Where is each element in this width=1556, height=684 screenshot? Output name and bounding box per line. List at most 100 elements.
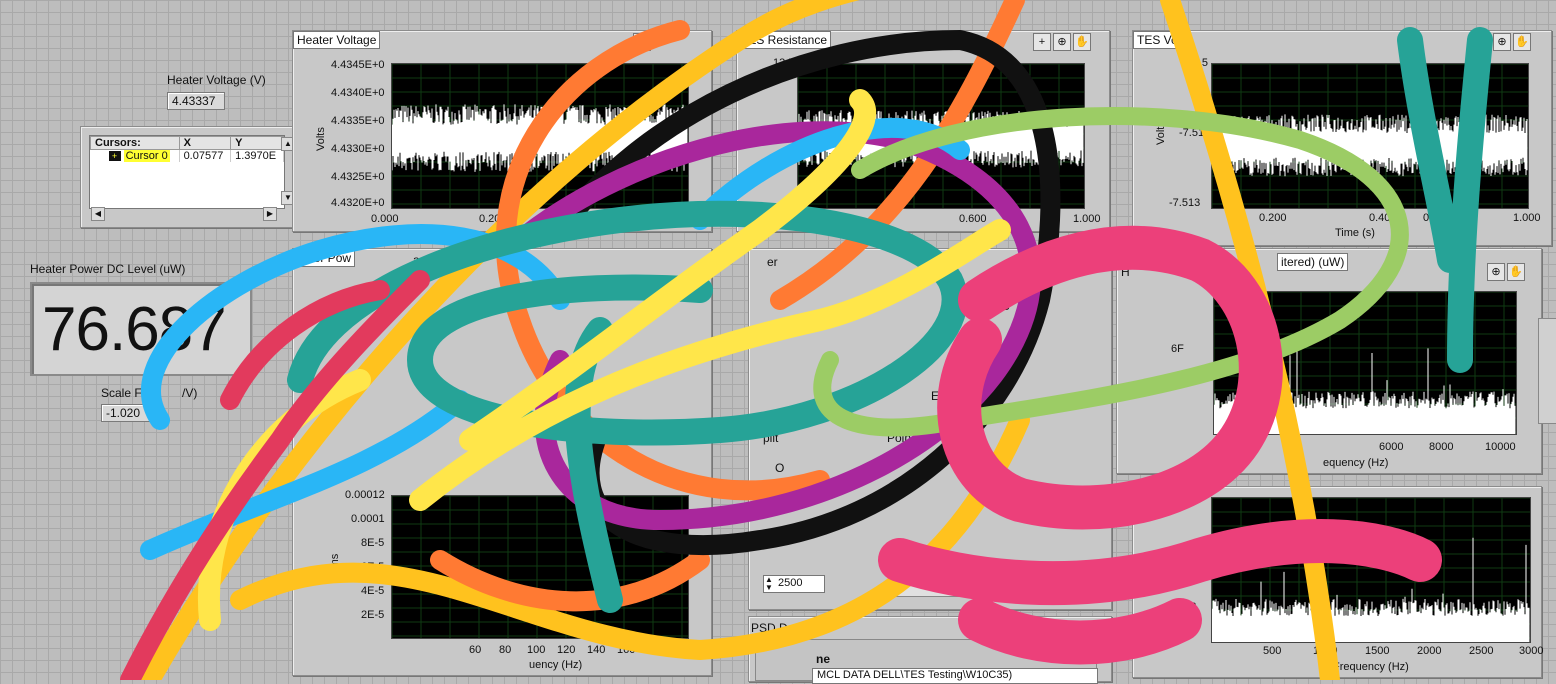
scroll-left-icon[interactable]: ◀ — [91, 207, 105, 221]
zoom-icon[interactable]: ⊕ — [1493, 33, 1511, 51]
x-tick: 180 — [647, 644, 666, 656]
x-axis-label: uency (Hz) — [529, 659, 583, 671]
cursor-row[interactable]: + Cursor 0 0.07577 1.3970E — [90, 149, 284, 162]
heater-power-value: 76.687 — [42, 295, 227, 364]
y-tick: 4.4335E+0 — [331, 115, 385, 127]
x-tick: 1.000 — [1073, 213, 1101, 225]
heater-power-label: Heater Power DC Level (uW) — [30, 262, 186, 276]
graph-title-tail: itered) (uW) — [1277, 253, 1349, 271]
y-tick: 6F — [1171, 343, 1184, 355]
x-tick: 0.200 — [479, 213, 507, 225]
scroll-right-icon[interactable]: ▶ — [263, 207, 277, 221]
path-label: ne — [816, 652, 831, 666]
x-axis-label: equency (Hz) — [1323, 457, 1389, 469]
cursor-y-value: 1.3970E — [230, 149, 284, 162]
x-tick: 8000 — [1429, 441, 1454, 453]
x-tick: 200 — [677, 644, 696, 656]
graph-title: Heater Voltage — [293, 31, 381, 49]
scale-factor-input[interactable]: -1.020 — [101, 404, 151, 422]
psd-graph: 2E-13 500 1000 1500 2000 2500 3000 Frequ… — [1132, 486, 1543, 678]
graph-title: TES Resistance — [737, 31, 832, 49]
cursor-move-icon[interactable]: + — [1033, 33, 1051, 51]
cursors-header: Cursors: — [90, 136, 180, 150]
signal-trace — [1212, 114, 1528, 177]
scale-factor-label-tail: /V) — [182, 386, 198, 400]
y-tick: -7.5 — [1189, 57, 1208, 69]
number-stepper[interactable]: ▲ ▼ 2500 — [763, 575, 825, 593]
cursors-x-header: X — [178, 136, 232, 150]
x-tick: 0.400 — [549, 213, 577, 225]
pan-hand-icon[interactable]: ✋ — [1073, 33, 1091, 51]
x-tick: 2500 — [1469, 645, 1494, 657]
y-tick: -7.51 — [1179, 127, 1205, 139]
heater-voltage-plot[interactable] — [391, 63, 689, 209]
x-axis-label: Frequency (Hz) — [1333, 661, 1409, 673]
cursors-y-header: Y — [230, 136, 284, 150]
tes-resistance-plot[interactable] — [797, 63, 1085, 209]
y-axis-label: Volts — [1155, 121, 1167, 145]
x-tick: 6000 — [1379, 441, 1404, 453]
heater-power-display: 76.687 — [30, 282, 252, 376]
y-tick: 2E-13 — [1167, 601, 1197, 613]
heater-power-plot[interactable] — [391, 495, 689, 639]
segment-input[interactable] — [889, 571, 971, 597]
section-title: PSD D — [751, 621, 788, 635]
graph-title: TES Pow — [1131, 249, 1190, 267]
y-tick: 4.4320E+0 — [331, 197, 385, 209]
x-tick: 0.400 — [1369, 212, 1397, 224]
tes-resistance-graph: TES Resistance + ⊕ ✋ 13.5 0.600 1.000 — [736, 30, 1110, 232]
heater-voltage-graph: Heater Voltage + Volts 4.4345E+0 4.4340E… — [292, 30, 712, 232]
x-tick: 1.000 — [1513, 212, 1541, 224]
heater-power-graph: eater Pow ass F Vrms 0.00012 0.0001 8E-5… — [292, 248, 712, 676]
psd-data-section: PSD D ne MCL DATA DELL\TES Testing\W10C3… — [748, 616, 1112, 684]
scale-factor-label: Scale Fa — [101, 386, 149, 400]
zoom-icon[interactable]: ⊕ — [1487, 263, 1505, 281]
panel-label: O — [775, 461, 785, 475]
heater-voltage-indicator: 4.43337 — [167, 92, 225, 110]
x-tick: 0.000 — [371, 213, 399, 225]
psd-plot[interactable] — [1211, 497, 1531, 643]
cursor-move-icon[interactable]: + — [633, 33, 651, 51]
panel-label: 5 — [1003, 299, 1010, 313]
x-tick: 120 — [557, 644, 576, 656]
x-tick: 160 — [617, 644, 636, 656]
x-tick: 500 — [1263, 645, 1282, 657]
cursor-x-value: 0.07577 — [179, 149, 232, 162]
x-tick: 2000 — [1417, 645, 1442, 657]
y-tick: 8E-5 — [361, 537, 385, 549]
y-tick: 6E-5 — [361, 561, 385, 573]
tes-voltage-graph: TES Vo ⊕ ✋ Volts -7.5 -7.51 -7.513 0.200… — [1132, 30, 1552, 246]
y-tick: -7.513 — [1169, 197, 1201, 209]
cursor-name[interactable]: Cursor 0 — [123, 150, 170, 162]
tes-power-graph: H TES Pow itered) (uW) ⊕ ✋ 6F 6000 8000 … — [1116, 248, 1542, 474]
pan-hand-icon[interactable]: ✋ — [1507, 263, 1525, 281]
graph-title-tail: ass F — [413, 253, 443, 267]
x-tick: 10000 — [1485, 441, 1516, 453]
side-control[interactable] — [1538, 318, 1556, 424]
spectrum-trace — [1212, 537, 1530, 642]
x-tick: 60 — [469, 644, 482, 656]
x-tick: 0.600 — [959, 213, 987, 225]
y-axis-label: Volts — [315, 127, 327, 151]
graph-title-prefix: H — [1121, 265, 1130, 279]
crosshair-icon: + — [108, 151, 121, 162]
x-tick: 1500 — [1365, 645, 1390, 657]
panel-title: er — [767, 255, 778, 269]
tes-power-plot[interactable] — [1213, 291, 1517, 435]
y-axis-label: Vrms — [329, 553, 341, 579]
stepper-value[interactable]: 2500 — [778, 577, 802, 589]
pan-hand-icon[interactable]: ✋ — [1513, 33, 1531, 51]
x-tick: 1000 — [1313, 645, 1338, 657]
graph-title: eater Pow — [293, 249, 356, 267]
graph-title: TES Vo — [1133, 31, 1182, 49]
path-input[interactable]: MCL DATA DELL\TES Testing\W10C35) — [812, 668, 1098, 684]
x-tick: 0.600 — [1423, 212, 1451, 224]
tes-voltage-plot[interactable] — [1211, 63, 1529, 209]
y-tick: 4.4345E+0 — [331, 59, 385, 71]
analysis-controls-panel: er 5 E plit Poin O S s) ▲ ▼ 2500 — [748, 248, 1112, 610]
y-tick: 4.4330E+0 — [331, 143, 385, 155]
y-tick: 4.4340E+0 — [331, 87, 385, 99]
stepper-arrows-icon[interactable]: ▲ ▼ — [765, 576, 773, 592]
y-tick: 0.00012 — [345, 489, 385, 501]
zoom-icon[interactable]: ⊕ — [1053, 33, 1071, 51]
